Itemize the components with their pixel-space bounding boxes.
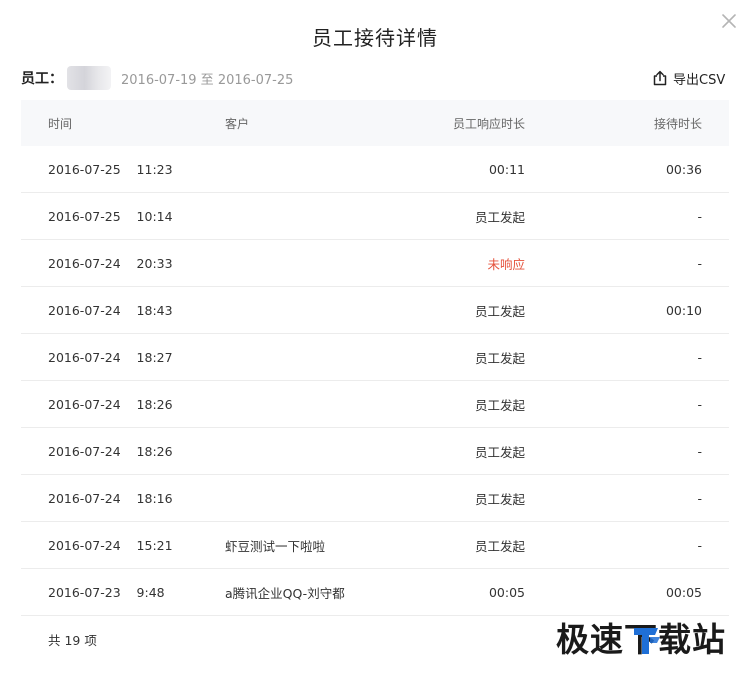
row-client: a腾讯企业QQ-刘守都 (225, 585, 345, 601)
table-row: 2016-07-24 18:16 员工发起 - (21, 475, 729, 522)
row-response-time: 未响应 (487, 256, 525, 272)
dialog-title: 员工接待详情 (312, 26, 438, 50)
close-icon[interactable] (718, 10, 740, 32)
row-response-time: 00:05 (488, 584, 525, 600)
row-reception-duration: - (697, 443, 702, 459)
row-reception-duration: - (697, 208, 702, 224)
reception-table: 时间 客户 员工响应时长 接待时长 2016-07-25 11:23 00:11 0… (21, 100, 729, 616)
row-time: 2016-07-25 11:23 (48, 161, 173, 177)
row-reception-duration: 00:05 (665, 584, 702, 600)
row-time: 2016-07-25 10:14 (48, 208, 173, 224)
row-time: 2016-07-24 18:27 (48, 349, 173, 365)
row-reception-duration: 00:36 (665, 161, 702, 177)
table-row: 2016-07-24 18:26 员工发起 - (21, 381, 729, 428)
row-reception-duration: - (697, 490, 702, 506)
close-icon-glyph (722, 14, 736, 28)
row-response-time: 员工发起 (474, 444, 525, 460)
row-time: 2016-07-24 15:21 (48, 537, 173, 553)
row-time: 2016-07-24 18:26 (48, 443, 173, 459)
table-row: 2016-07-25 11:23 00:11 00:36 (21, 146, 729, 193)
site-watermark: 极速下载站 (556, 620, 732, 660)
row-time: 2016-07-24 20:33 (48, 255, 173, 271)
row-time: 2016-07-24 18:26 (48, 396, 173, 412)
table-header: 时间 客户 员工响应时长 接待时长 (21, 100, 729, 146)
employee-label: 员工： (21, 71, 63, 87)
row-reception-duration: - (697, 255, 702, 271)
employee-reception-dialog: 员工接待详情 员工： 2016-07-19 至 2016-07-25 导出CSV… (0, 0, 750, 679)
row-reception-duration: 00:10 (665, 302, 702, 318)
row-response-time: 员工发起 (474, 350, 525, 366)
watermark-logo (634, 628, 660, 654)
export-csv-button[interactable]: 导出CSV (652, 67, 725, 89)
date-range: 2016-07-19 至 2016-07-25 (121, 72, 294, 88)
table-body: 2016-07-25 11:23 00:11 00:36 2016-07-25 10:… (21, 146, 729, 616)
table-row: 2016-07-24 15:21 虾豆测试一下啦啦 员工发起 - (21, 522, 729, 569)
table-row: 2016-07-25 10:14 员工发起 - (21, 193, 729, 240)
row-reception-duration: - (697, 349, 702, 365)
row-client: 虾豆测试一下啦啦 (225, 538, 326, 554)
row-time: 2016-07-23 9:48 (48, 584, 165, 600)
header-time: 时间 (48, 116, 73, 131)
row-response-time: 员工发起 (474, 538, 525, 554)
row-response-time: 00:11 (488, 161, 525, 177)
row-reception-duration: - (697, 537, 702, 553)
table-row: 2016-07-24 18:27 员工发起 - (21, 334, 729, 381)
header-response-time: 员工响应时长 (452, 116, 525, 131)
row-response-time: 员工发起 (474, 303, 525, 319)
table-row: 2016-07-24 18:43 员工发起 00:10 (21, 287, 729, 334)
header-reception-duration: 接待时长 (653, 116, 702, 131)
table-row: 2016-07-24 20:33 未响应 - (21, 240, 729, 287)
blurred-employee-name (67, 66, 111, 90)
employee-info: 员工： 2016-07-19 至 2016-07-25 (21, 66, 293, 90)
export-csv-label: 导出CSV (673, 72, 726, 88)
row-response-time: 员工发起 (474, 397, 525, 413)
row-response-time: 员工发起 (474, 491, 525, 507)
table-row: 2016-07-23 9:48 a腾讯企业QQ-刘守都 00:05 00:05 (21, 569, 729, 616)
share-export-icon (653, 70, 667, 86)
row-reception-duration: - (697, 396, 702, 412)
header-client: 客户 (225, 116, 250, 131)
row-time: 2016-07-24 18:16 (48, 490, 173, 506)
table-row: 2016-07-24 18:26 员工发起 - (21, 428, 729, 475)
row-time: 2016-07-24 18:43 (48, 302, 173, 318)
row-response-time: 员工发起 (474, 209, 525, 225)
total-count: 共 19 项 (48, 633, 97, 648)
